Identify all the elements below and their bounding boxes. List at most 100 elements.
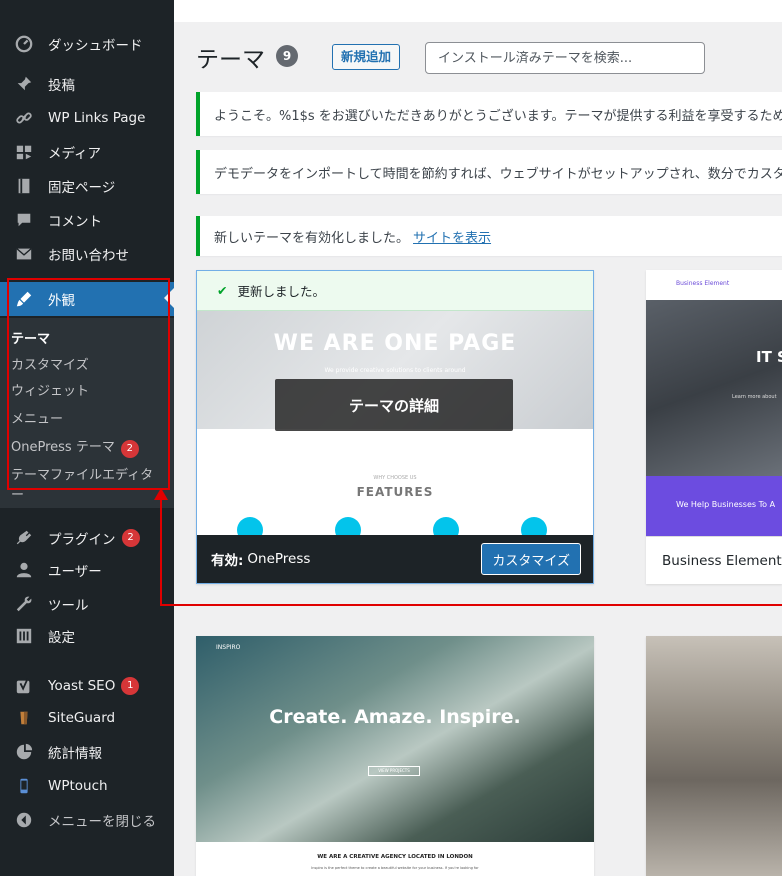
sidebar-item-label: ツール: [48, 598, 89, 614]
theme-subline: Learn more about: [732, 394, 777, 400]
feature-circle-icon: [335, 517, 361, 537]
sidebar-item-label: 設定: [48, 630, 75, 646]
comment-icon: [10, 211, 38, 229]
sidebar-item-appearance[interactable]: 外観: [0, 282, 174, 316]
phone-icon: [10, 777, 38, 795]
page-title: テーマ: [196, 47, 265, 73]
submenu-item-theme-file-editor[interactable]: テーマファイルエディター: [11, 466, 161, 506]
sidebar-item-wp-links-page[interactable]: WP Links Page: [0, 102, 174, 134]
link-icon: [10, 109, 38, 127]
feature-circle-icon: [521, 517, 547, 537]
pin-icon: [10, 75, 38, 93]
sidebar-item-label: プラグイン: [48, 532, 116, 548]
theme-brand: INSPIRO: [216, 644, 241, 651]
theme-headline: Create. Amaze. Inspire.: [269, 706, 521, 728]
notification-badge: 1: [121, 677, 140, 695]
notice-text: デモデータをインポートして時間を節約すれば、ウェブサイトがセットアップされ、数分…: [214, 166, 782, 182]
sidebar-item-label: メニューを閉じる: [48, 814, 156, 830]
sidebar-item-label: 外観: [48, 293, 75, 309]
hero-photo: [646, 300, 782, 476]
dashboard-icon: [10, 35, 38, 53]
theme-headline: IT S: [756, 348, 782, 366]
update-count-badge: 2: [120, 440, 139, 458]
annotation-line: [160, 604, 782, 606]
collapse-menu-button[interactable]: メニューを閉じる: [0, 804, 174, 836]
add-new-button[interactable]: 新規追加: [332, 44, 401, 70]
top-strip: [174, 0, 782, 22]
theme-card-4[interactable]: [646, 636, 782, 876]
feature-circle-icon: [237, 517, 263, 537]
sidebar-item-dashboard[interactable]: ダッシュボード: [0, 28, 174, 60]
sidebar-item-media[interactable]: メディア: [0, 136, 174, 168]
submenu-item-customize[interactable]: カスタマイズ: [11, 356, 161, 376]
sidebar-item-label: コメント: [48, 214, 102, 230]
sidebar-item-wptouch[interactable]: WPtouch: [0, 770, 174, 802]
sidebar-item-label: お問い合わせ: [48, 248, 129, 264]
theme-name: Business Element: [646, 536, 782, 584]
active-label: 有効:: [211, 553, 244, 569]
updated-notice: ✔ 更新しました。: [197, 271, 593, 311]
sidebar-item-label: SiteGuard: [48, 710, 116, 726]
theme-features-heading: FEATURES: [356, 485, 434, 499]
checkmark-icon: ✔: [217, 283, 228, 298]
theme-brand: Business Element: [676, 280, 730, 287]
update-count-badge: 2: [121, 529, 140, 547]
active-menu-arrow: [164, 288, 174, 308]
sidebar-item-label: WPtouch: [48, 778, 108, 794]
demo-import-notice: デモデータをインポートして時間を節約すれば、ウェブサイトがセットアップされ、数分…: [196, 150, 782, 194]
welcome-notice: ようこそ。%1$s をお選びいただきありがとうございます。テーマが提供する利益を…: [196, 92, 782, 136]
appearance-icon: [10, 290, 38, 308]
active-theme-name: OnePress: [247, 551, 311, 567]
appearance-submenu: テーマ カスタマイズ ウィジェット メニュー OnePress テーマ 2 テーマ…: [0, 318, 174, 508]
wrench-icon: [10, 595, 38, 613]
theme-card-business-element[interactable]: Business Element IT S Learn more about W…: [646, 270, 782, 584]
plugin-icon: [10, 529, 38, 547]
sidebar-item-label: ユーザー: [48, 564, 102, 580]
stats-icon: [10, 743, 38, 761]
theme-details-button[interactable]: テーマの詳細: [275, 379, 513, 431]
view-site-link[interactable]: サイトを表示: [413, 227, 491, 246]
sidebar-item-contact[interactable]: お問い合わせ: [0, 238, 174, 270]
submenu-item-themes[interactable]: テーマ: [11, 330, 161, 350]
sidebar-item-label: Yoast SEO: [48, 678, 116, 694]
sidebar-item-siteguard[interactable]: SiteGuard: [0, 702, 174, 734]
updated-text: 更新しました。: [237, 284, 325, 299]
mail-icon: [10, 245, 38, 263]
sidebar-item-label: 統計情報: [48, 746, 102, 762]
theme-card-inspiro[interactable]: INSPIRO Create. Amaze. Inspire. VIEW PRO…: [196, 636, 594, 876]
theme-tagline: We provide creative solutions to clients…: [324, 367, 466, 374]
submenu-item-widgets[interactable]: ウィジェット: [11, 382, 161, 402]
sidebar-item-label: メディア: [48, 146, 102, 162]
submenu-item-menus[interactable]: メニュー: [11, 410, 161, 430]
theme-screenshot: Business Element IT S Learn more about W…: [646, 270, 782, 536]
sidebar-item-posts[interactable]: 投稿: [0, 68, 174, 100]
theme-screenshot: INSPIRO Create. Amaze. Inspire. VIEW PRO…: [196, 636, 594, 842]
theme-card-onepress[interactable]: WE ARE ONE PAGE We provide creative solu…: [196, 270, 594, 584]
theme-features-kicker: WHY CHOOSE US: [373, 475, 417, 481]
sidebar-item-plugins[interactable]: プラグイン 2: [0, 522, 174, 554]
sidebar-item-pages[interactable]: 固定ページ: [0, 170, 174, 202]
yoast-icon: [10, 677, 38, 695]
sidebar-item-stats[interactable]: 統計情報: [0, 736, 174, 768]
theme-search-input[interactable]: [425, 42, 705, 74]
settings-icon: [10, 627, 38, 645]
theme-banner-text: We Help Businesses To A: [676, 500, 776, 509]
theme-count-badge: 9: [276, 45, 298, 67]
sidebar-item-comments[interactable]: コメント: [0, 204, 174, 236]
sidebar-item-users[interactable]: ユーザー: [0, 554, 174, 586]
customize-button[interactable]: カスタマイズ: [481, 543, 581, 575]
theme-section-text: Inspiro is the perfect theme to create a…: [311, 866, 479, 870]
feature-circle-icon: [433, 517, 459, 537]
sidebar-item-label: 固定ページ: [48, 180, 116, 196]
media-icon: [10, 143, 38, 161]
theme-headline: WE ARE ONE PAGE: [273, 331, 517, 356]
sidebar-item-tools[interactable]: ツール: [0, 588, 174, 620]
view-projects-button: VIEW PROJECTS: [368, 766, 420, 776]
submenu-item-onepress-theme[interactable]: OnePress テーマ 2: [11, 438, 161, 458]
sidebar-item-yoast-seo[interactable]: Yoast SEO 1: [0, 670, 174, 702]
siteguard-icon: [10, 709, 38, 727]
sidebar-item-settings[interactable]: 設定: [0, 620, 174, 652]
theme-section-heading: WE ARE A CREATIVE AGENCY LOCATED IN LOND…: [317, 854, 473, 860]
sidebar-item-label: ダッシュボード: [48, 38, 143, 54]
user-icon: [10, 561, 38, 579]
